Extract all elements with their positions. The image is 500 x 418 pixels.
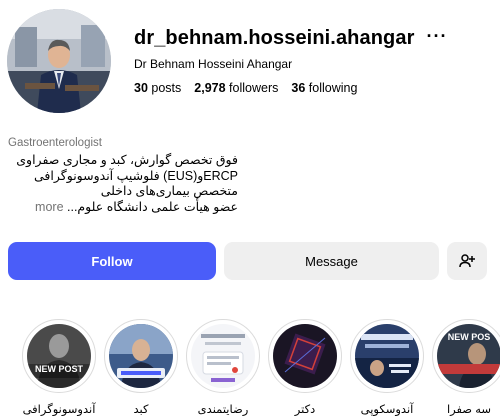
full-name: Dr Behnam Hosseini Ahangar [134,57,293,71]
bio-line: متخصص بیماری‌های داخلی [100,184,238,198]
highlight-cover [109,324,173,388]
highlight-badge: NEW POST [34,364,83,374]
highlight-item[interactable]: دکتر [265,319,345,416]
highlight-ring: NEW POS [432,319,500,393]
following-stat[interactable]: 36 following [291,81,357,95]
highlight-item[interactable]: NEW POS سه صفرا [429,319,500,416]
posts-label: posts [151,81,182,95]
followers-count: 2,978 [194,81,226,95]
highlight-ring: NEW POST [22,319,96,393]
avatar-photo [7,9,111,113]
highlight-item[interactable]: رضایتمندی [183,319,263,416]
highlight-item[interactable]: آندوسکوپی [347,319,427,416]
highlight-ring [350,319,424,393]
highlight-label: آندوسکوپی [360,404,414,416]
highlight-cover [273,324,337,388]
highlight-label: سه صفرا [446,404,492,416]
highlight-cover [191,324,255,388]
profile-category: Gastroenterologist [8,137,102,149]
highlight-cover: NEW POST [27,324,91,388]
highlight-ring [186,319,260,393]
highlight-label: آندوسونوگرافی [22,404,96,416]
highlight-item[interactable]: NEW POST آندوسونوگرافی [19,319,99,416]
follow-button[interactable]: Follow [8,242,216,280]
highlight-ring [104,319,178,393]
profile-avatar[interactable] [7,9,111,113]
following-count: 36 [291,81,306,95]
highlight-item[interactable]: کبد [101,319,181,416]
highlight-label: دکتر [294,404,316,416]
add-person-icon [459,254,475,268]
highlight-cover: NEW POS [437,324,500,388]
suggest-accounts-button[interactable] [447,242,487,280]
story-highlights: NEW POST آندوسونوگرافی کبد رضایتمندی دکت… [0,319,500,418]
bio-more-link[interactable]: more [35,200,63,214]
highlight-badge: NEW POS [447,332,491,342]
posts-count: 30 [134,81,148,95]
bio-line-text: عضو هیأت علمی دانشگاه علوم... [67,199,238,214]
profile-stats: 30 posts 2,978 followers 36 following [134,81,370,95]
highlight-label: کبد [133,404,149,416]
highlight-label: رضایتمندی [197,404,249,416]
profile-bio: فوق تخصص گوارش، کبد و مجاری صفراوی ERCPو… [8,153,238,215]
highlight-ring [268,319,342,393]
ellipsis-icon[interactable]: ··· [426,27,447,45]
bio-line: فوق تخصص گوارش، کبد و مجاری صفراوی [16,153,238,167]
bio-line-last: عضو هیأت علمی دانشگاه علوم... more [8,200,238,216]
following-label: following [308,81,358,95]
highlight-cover [355,324,419,388]
username: dr_behnam.hosseini.ahangar [134,27,415,49]
username-row: dr_behnam.hosseini.ahangar ··· [134,27,447,50]
message-button[interactable]: Message [224,242,439,280]
followers-stat[interactable]: 2,978 followers [194,81,278,95]
posts-stat: 30 posts [134,81,181,95]
bio-line: ERCPو(EUS) فلوشیپ آندوسونوگرافی [34,168,238,183]
followers-label: followers [229,81,279,95]
